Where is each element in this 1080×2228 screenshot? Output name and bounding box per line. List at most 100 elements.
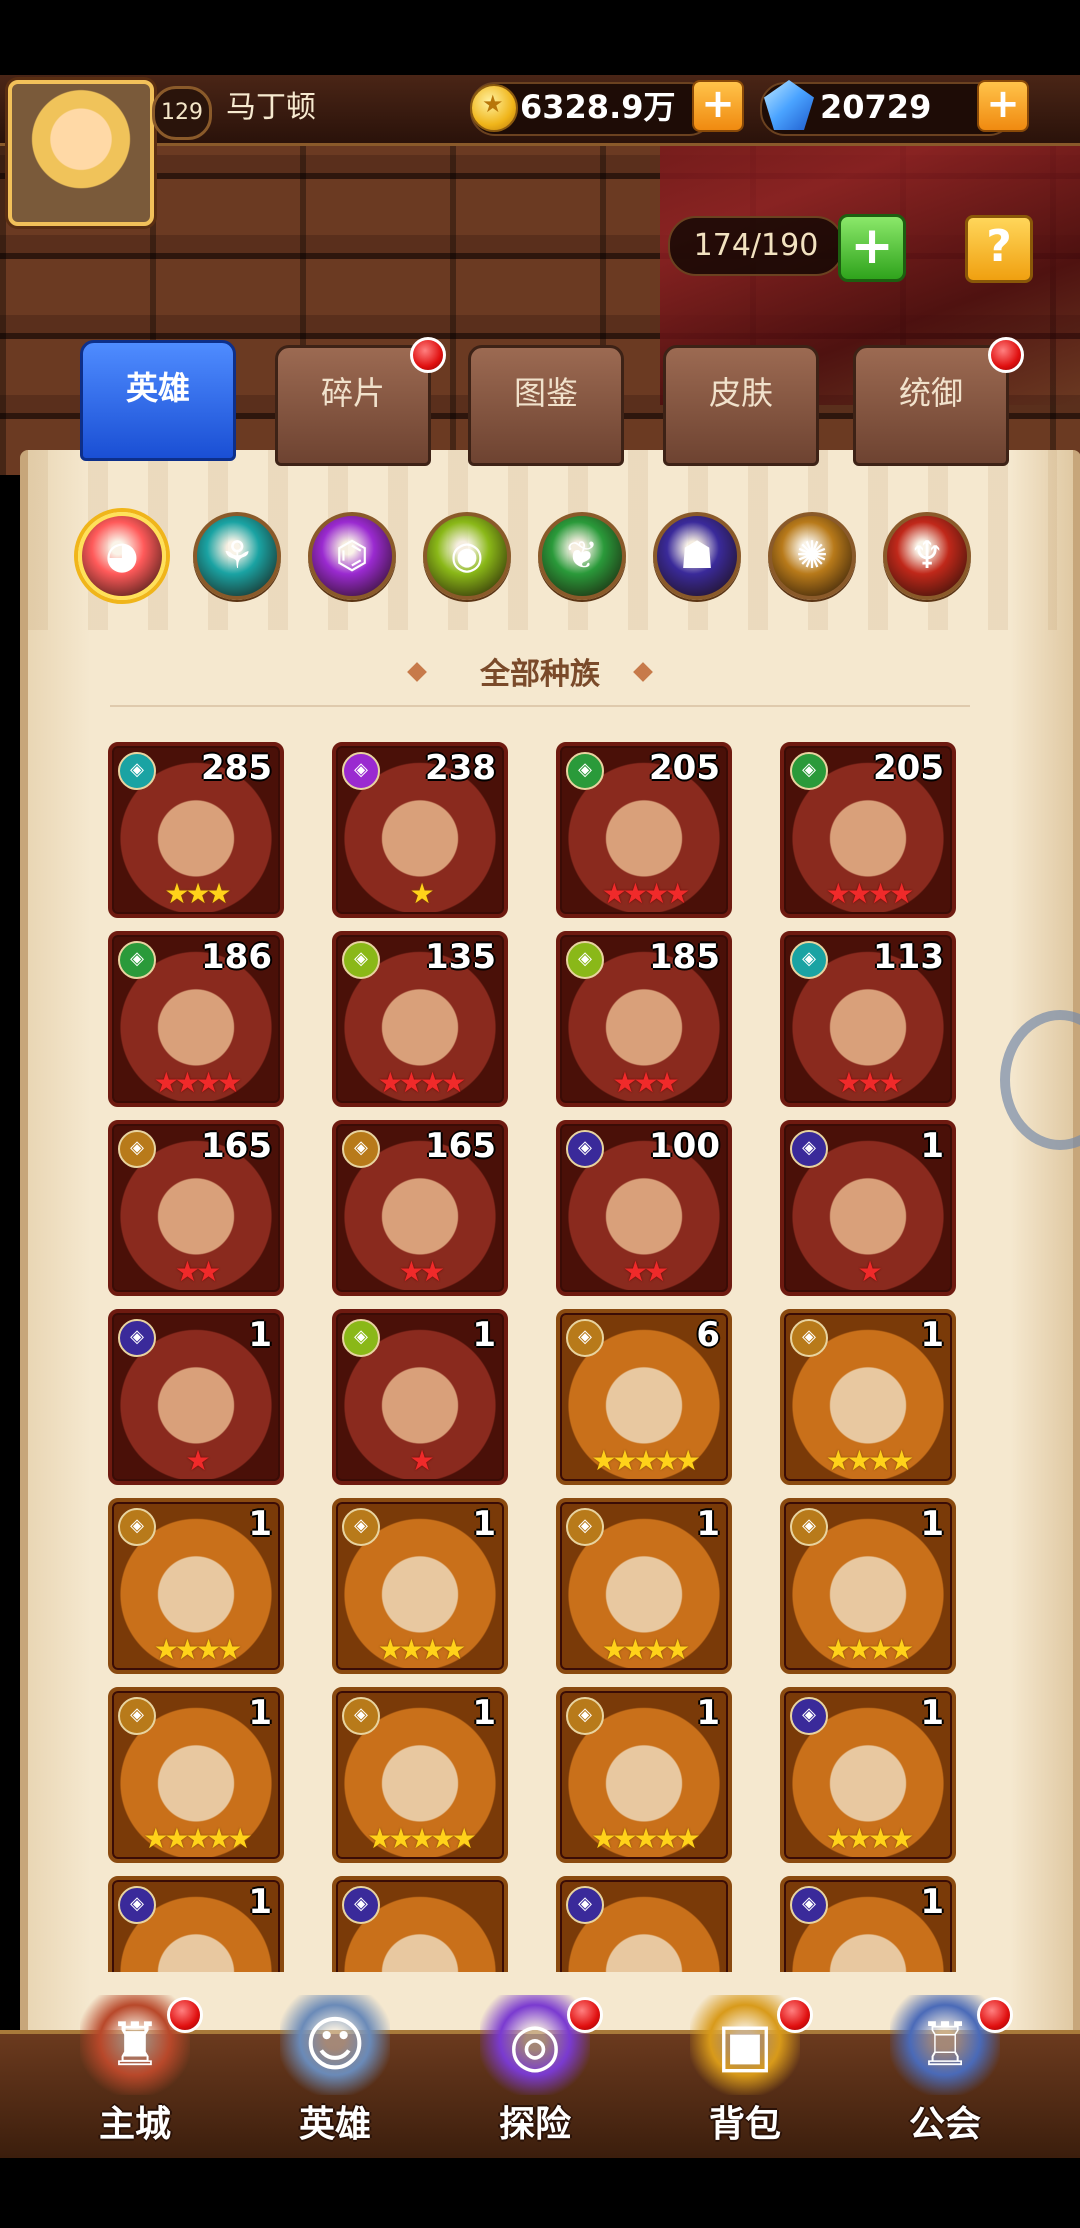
gold-amount: 6328.9万 xyxy=(520,88,676,126)
tab-1[interactable]: 英雄 xyxy=(80,340,236,461)
hero-card[interactable]: ◈ 1 ★★★★ xyxy=(556,1498,732,1674)
hero-star-rating: ★★★★ xyxy=(153,1066,242,1099)
player-name: 马丁顿 xyxy=(226,90,316,125)
hero-star-rating: ★★★★ xyxy=(825,877,914,910)
hero-card[interactable]: ◈ 1 ★★★★ xyxy=(780,1309,956,1485)
hero-level: 6 xyxy=(696,1315,720,1355)
hero-star-rating: ★★ xyxy=(622,1255,669,1288)
notification-dot-icon xyxy=(410,337,446,373)
hero-card[interactable]: ◈ 100 ★★ xyxy=(556,1120,732,1296)
hero-level: 205 xyxy=(649,748,720,788)
race-badge-icon: ◈ xyxy=(790,1319,828,1357)
nav-item-3[interactable]: ◎ 探险 xyxy=(455,1995,615,2145)
hero-card[interactable]: ◈ 135 ★★★★ xyxy=(332,931,508,1107)
hero-star-rating: ★ xyxy=(185,1444,210,1477)
system-bar xyxy=(0,2158,1080,2228)
hero-card[interactable]: ◈ 1 ★★★★ xyxy=(780,1498,956,1674)
hero-star-rating: ★★ xyxy=(174,1255,221,1288)
hero-level: 1 xyxy=(920,1882,944,1922)
race-badge-icon: ◈ xyxy=(118,1319,156,1357)
dark-race-icon[interactable]: ♆ xyxy=(883,512,971,600)
tab-3[interactable]: 图鉴 xyxy=(468,345,624,466)
hero-card[interactable]: ◈ xyxy=(556,1876,732,1972)
player-avatar[interactable] xyxy=(8,80,154,226)
hero-star-rating: ★★★★ xyxy=(825,1822,914,1855)
hero-card[interactable]: ◈ xyxy=(332,1876,508,1972)
hero-star-rating: ★★ xyxy=(398,1255,445,1288)
nav-item-4[interactable]: ▣ 背包 xyxy=(665,1995,825,2145)
hero-star-rating: ★★★★ xyxy=(825,1444,914,1477)
tab-label: 统御 xyxy=(898,374,963,412)
nav-label: 公会 xyxy=(908,2104,981,2145)
hero-card[interactable]: ◈ 165 ★★ xyxy=(332,1120,508,1296)
hero-card[interactable]: ◈ 6 ★★★★★ xyxy=(556,1309,732,1485)
hero-level: 1 xyxy=(920,1126,944,1166)
hero-card[interactable]: ◈ 1 ★★★★ xyxy=(780,1687,956,1863)
hero-card[interactable]: ◈ 205 ★★★★ xyxy=(780,742,956,918)
race-badge-icon: ◈ xyxy=(790,752,828,790)
race-badge-icon: ◈ xyxy=(566,752,604,790)
hero-star-rating: ★★★ xyxy=(612,1066,679,1099)
hero-card[interactable]: ◈ 1 ★ xyxy=(780,1120,956,1296)
add-gold-button[interactable]: + xyxy=(692,80,744,132)
expand-capacity-button[interactable]: + xyxy=(838,214,906,282)
hero-card[interactable]: ◈ 1 ★★★★ xyxy=(108,1498,284,1674)
all-races-icon[interactable]: ◕ xyxy=(78,512,166,600)
hero-star-rating: ★★★★ xyxy=(377,1633,466,1666)
nav-label: 主城 xyxy=(98,2104,171,2145)
hero-card[interactable]: ◈ 205 ★★★★ xyxy=(556,742,732,918)
race-badge-icon: ◈ xyxy=(118,1508,156,1546)
hero-card[interactable]: ◈ 1 xyxy=(780,1876,956,1972)
hero-card[interactable]: ◈ 238 ★ xyxy=(332,742,508,918)
race-badge-icon: ◈ xyxy=(342,1319,380,1357)
hero-star-rating: ★★★ xyxy=(836,1066,903,1099)
hero-star-rating: ★ xyxy=(409,877,434,910)
race-badge-icon: ◈ xyxy=(790,1886,828,1924)
hero-card[interactable]: ◈ 1 ★★★★★ xyxy=(332,1687,508,1863)
hero-card[interactable]: ◈ 186 ★★★★ xyxy=(108,931,284,1107)
help-button[interactable]: ? xyxy=(965,215,1033,283)
tab-5[interactable]: 统御 xyxy=(853,345,1009,466)
shadow-race-icon[interactable]: ⌬ xyxy=(308,512,396,600)
eye-race-icon[interactable]: ◉ xyxy=(423,512,511,600)
race-badge-icon: ◈ xyxy=(342,1886,380,1924)
tab-2[interactable]: 碎片 xyxy=(275,345,431,466)
hero-level: 185 xyxy=(649,937,720,977)
notification-dot-icon xyxy=(567,1997,603,2033)
hero-card[interactable]: ◈ 1 ★★★★★ xyxy=(108,1687,284,1863)
hero-star-rating: ★★★★★ xyxy=(591,1444,701,1477)
nav-label: 探险 xyxy=(498,2104,571,2145)
hero-star-rating: ★ xyxy=(409,1444,434,1477)
race-badge-icon: ◈ xyxy=(790,1130,828,1168)
add-gem-button[interactable]: + xyxy=(977,80,1029,132)
race-badge-icon: ◈ xyxy=(566,1886,604,1924)
hero-level: 165 xyxy=(201,1126,272,1166)
tab-label: 皮肤 xyxy=(708,374,773,412)
hero-level: 1 xyxy=(248,1315,272,1355)
hero-card[interactable]: ◈ 285 ★★★ xyxy=(108,742,284,918)
tab-4[interactable]: 皮肤 xyxy=(663,345,819,466)
race-badge-icon: ◈ xyxy=(342,1697,380,1735)
hero-star-rating: ★★★★ xyxy=(153,1633,242,1666)
hero-level: 165 xyxy=(425,1126,496,1166)
nav-item-5[interactable]: ♖ 公会 xyxy=(865,1995,1025,2145)
hero-card[interactable]: ◈ 1 ★★★★★ xyxy=(556,1687,732,1863)
hero-level: 1 xyxy=(696,1693,720,1733)
hero-level: 100 xyxy=(649,1126,720,1166)
hero-card[interactable]: ◈ 165 ★★ xyxy=(108,1120,284,1296)
hero-card[interactable]: ◈ 1 ★ xyxy=(108,1309,284,1485)
nav-item-2[interactable]: ☺ 英雄 xyxy=(255,1995,415,2145)
hero-card[interactable]: ◈ 1 ★★★★ xyxy=(332,1498,508,1674)
hero-card[interactable]: ◈ 113 ★★★ xyxy=(780,931,956,1107)
nature-race-icon[interactable]: ❦ xyxy=(538,512,626,600)
demon-race-icon[interactable]: ☗ xyxy=(653,512,741,600)
hero-card[interactable]: ◈ 1 xyxy=(108,1876,284,1972)
hero-portrait-icon: ☺ xyxy=(280,1995,390,2095)
hero-card[interactable]: ◈ 185 ★★★ xyxy=(556,931,732,1107)
nav-item-1[interactable]: ♜ 主城 xyxy=(55,1995,215,2145)
tab-label: 英雄 xyxy=(125,369,190,407)
light-race-icon[interactable]: ✺ xyxy=(768,512,856,600)
tide-race-icon[interactable]: ⚘ xyxy=(193,512,281,600)
hero-card[interactable]: ◈ 1 ★ xyxy=(332,1309,508,1485)
notification-dot-icon xyxy=(167,1997,203,2033)
